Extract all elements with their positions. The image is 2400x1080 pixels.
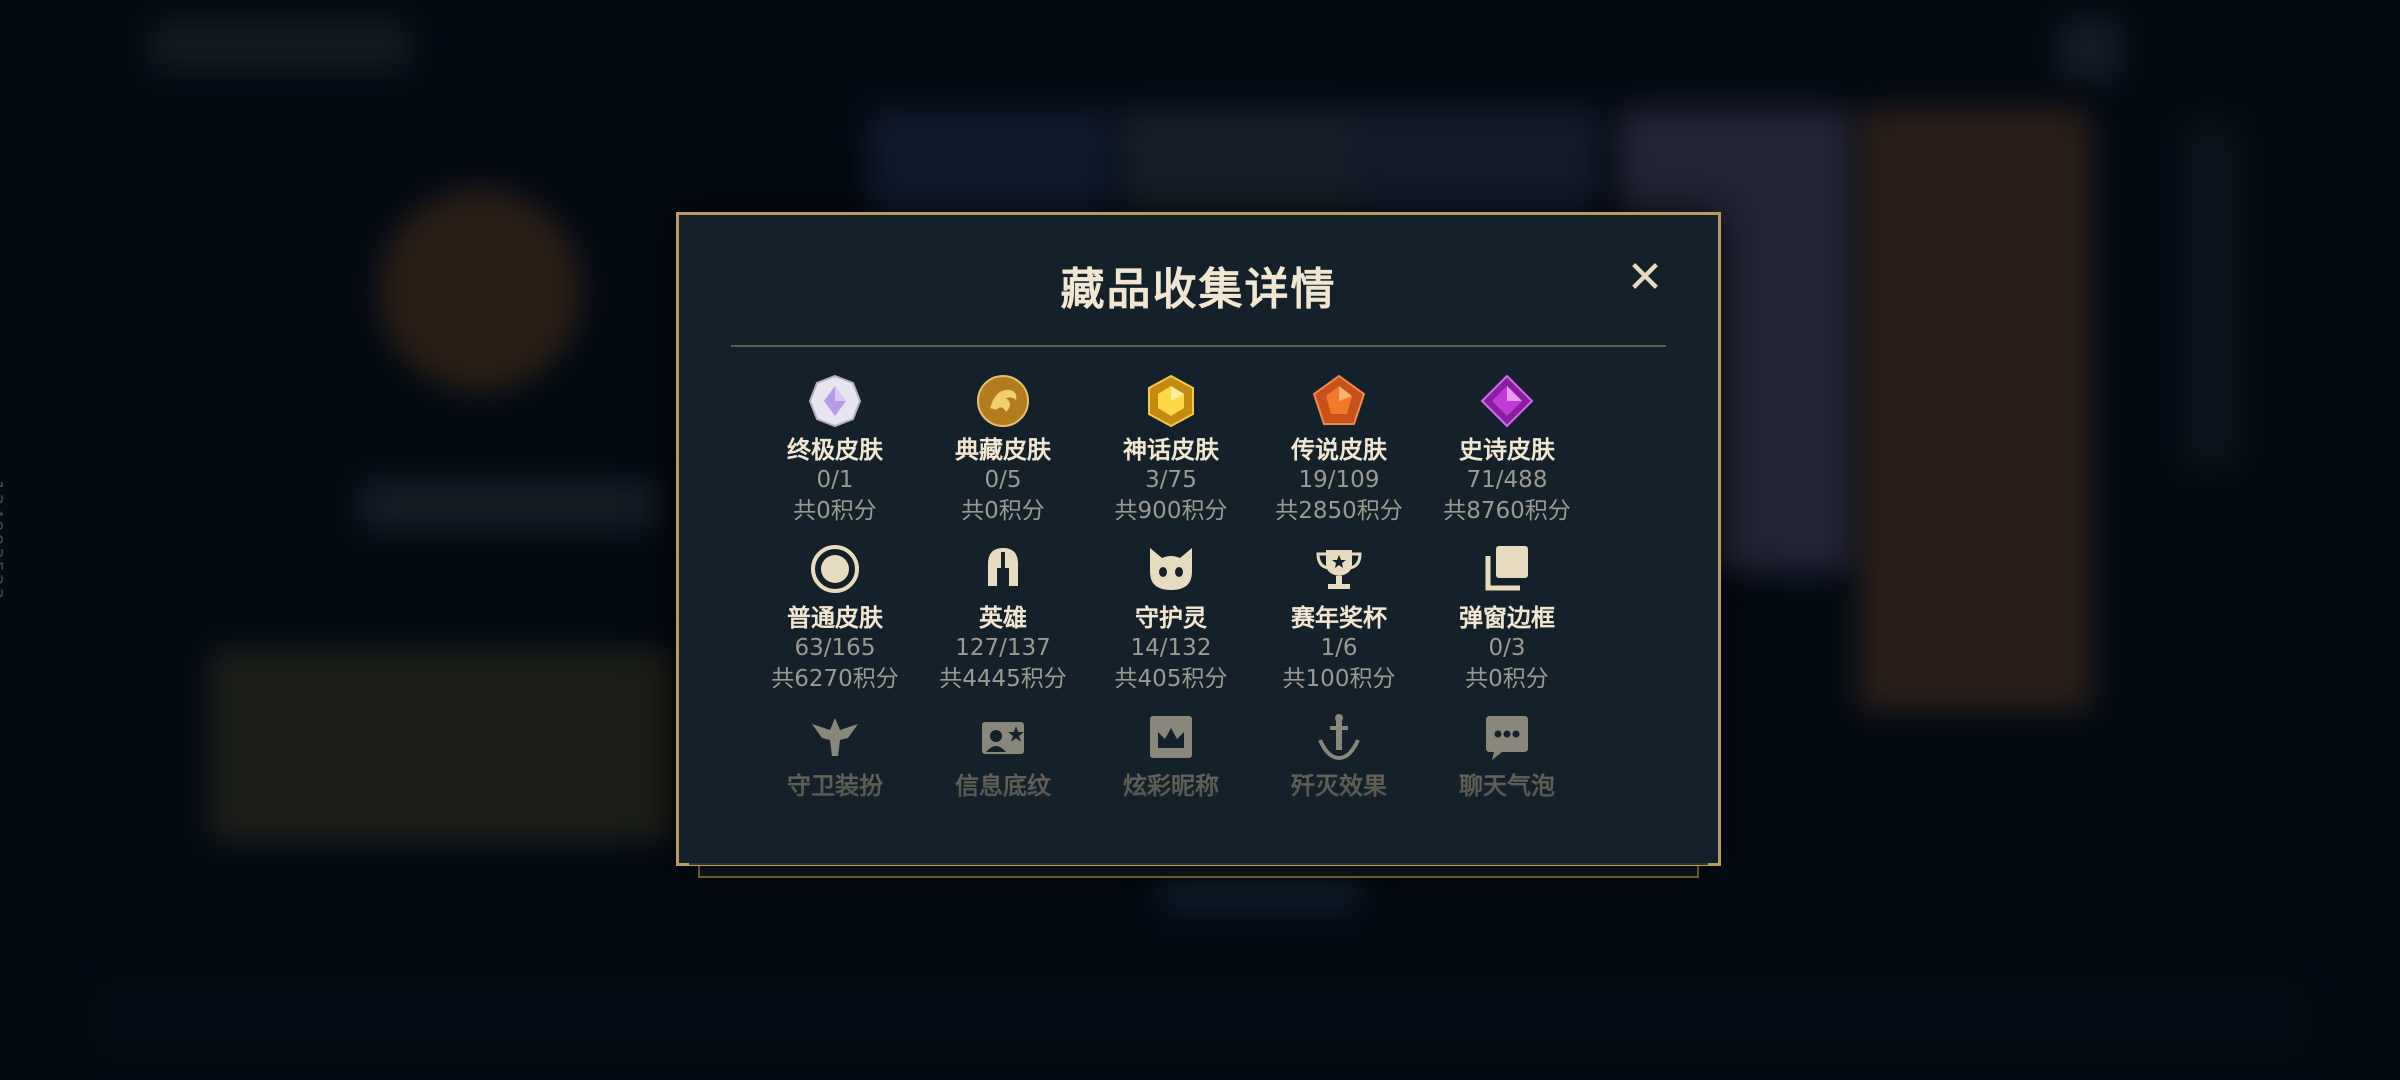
legendary-skin-icon — [1311, 373, 1367, 429]
mythic-skin-icon — [1143, 373, 1199, 429]
collection-item-prestige-skin[interactable]: 典藏皮肤 0/5 共0积分 — [919, 373, 1087, 541]
modal-title: 藏品收集详情 — [1060, 264, 1337, 315]
item-count: 63/165 — [794, 635, 876, 661]
collection-item-epic-skin[interactable]: 史诗皮肤 71/488 共8760积分 — [1423, 373, 1591, 541]
epic-skin-icon — [1479, 373, 1535, 429]
collection-item-standard-skin[interactable]: 普通皮肤 63/165 共6270积分 — [751, 541, 919, 709]
collection-item-ward-skin[interactable]: 守卫装扮 — [751, 709, 919, 877]
item-label: 终极皮肤 — [787, 436, 883, 464]
collection-item-ultimate-skin[interactable]: 终极皮肤 0/1 共0积分 — [751, 373, 919, 541]
title-divider — [731, 345, 1666, 347]
item-points: 共0积分 — [961, 498, 1045, 524]
collection-item-ward-spirit[interactable]: 守护灵 14/132 共405积分 — [1087, 541, 1255, 709]
ultimate-skin-icon — [807, 373, 863, 429]
ward-spirit-icon — [1143, 541, 1199, 597]
prestige-skin-icon — [975, 373, 1031, 429]
item-label: 英雄 — [979, 604, 1027, 632]
item-label: 典藏皮肤 — [955, 436, 1051, 464]
item-label: 普通皮肤 — [787, 604, 883, 632]
item-points: 共405积分 — [1114, 666, 1228, 692]
item-points: 共900积分 — [1114, 498, 1228, 524]
item-label: 守卫装扮 — [787, 772, 883, 800]
item-label: 炫彩昵称 — [1123, 772, 1219, 800]
chat-bubble-icon — [1479, 709, 1535, 765]
collection-item-legendary-skin[interactable]: 传说皮肤 19/109 共2850积分 — [1255, 373, 1423, 541]
item-label: 信息底纹 — [955, 772, 1051, 800]
item-count: 127/137 — [955, 635, 1051, 661]
item-count: 19/109 — [1298, 467, 1380, 493]
collection-item-nickname[interactable]: 炫彩昵称 — [1087, 709, 1255, 877]
item-points: 共2850积分 — [1275, 498, 1403, 524]
item-points: 共100积分 — [1282, 666, 1396, 692]
player-id-text: 134983523 — [0, 480, 6, 602]
item-label: 守护灵 — [1135, 604, 1207, 632]
item-label: 聊天气泡 — [1459, 772, 1555, 800]
collection-item-finisher[interactable]: 歼灭效果 — [1255, 709, 1423, 877]
item-points: 共8760积分 — [1443, 498, 1571, 524]
item-points: 共6270积分 — [771, 666, 899, 692]
item-label: 赛年奖杯 — [1291, 604, 1387, 632]
item-count: 0/5 — [984, 467, 1022, 493]
collection-item-mythic-skin[interactable]: 神话皮肤 3/75 共900积分 — [1087, 373, 1255, 541]
item-count: 0/1 — [816, 467, 854, 493]
item-points: 共4445积分 — [939, 666, 1067, 692]
ward-skin-icon — [807, 709, 863, 765]
item-count: 71/488 — [1466, 467, 1548, 493]
popup-frame-icon — [1479, 541, 1535, 597]
item-label: 史诗皮肤 — [1459, 436, 1555, 464]
collection-item-popup-frame[interactable]: 弹窗边框 0/3 共0积分 — [1423, 541, 1591, 709]
collection-grid: 终极皮肤 0/1 共0积分 典藏皮肤 0/5 共0积分 神话皮肤 3/75 共9… — [751, 373, 1591, 877]
item-count: 1/6 — [1320, 635, 1358, 661]
item-count: 3/75 — [1145, 467, 1197, 493]
collection-item-info-card[interactable]: 信息底纹 — [919, 709, 1087, 877]
champion-helmet-icon — [975, 541, 1031, 597]
finisher-icon — [1311, 709, 1367, 765]
item-points: 共0积分 — [1465, 666, 1549, 692]
screen: 134983523 藏品收集详情 ✕ 终极皮肤 0/1 共0积分 典藏皮肤 0/… — [0, 0, 2400, 1080]
item-label: 神话皮肤 — [1123, 436, 1219, 464]
info-card-icon — [975, 709, 1031, 765]
collection-details-modal: 藏品收集详情 ✕ 终极皮肤 0/1 共0积分 典藏皮肤 0/5 共0积分 神话皮… — [676, 212, 1721, 866]
item-points: 共0积分 — [793, 498, 877, 524]
collection-item-champion[interactable]: 英雄 127/137 共4445积分 — [919, 541, 1087, 709]
collection-item-chat-bubble[interactable]: 聊天气泡 — [1423, 709, 1591, 877]
collection-item-trophy[interactable]: 赛年奖杯 1/6 共100积分 — [1255, 541, 1423, 709]
item-label: 传说皮肤 — [1291, 436, 1387, 464]
standard-skin-icon — [807, 541, 863, 597]
item-label: 歼灭效果 — [1291, 772, 1387, 800]
close-button[interactable]: ✕ — [1620, 253, 1670, 303]
nickname-icon — [1143, 709, 1199, 765]
trophy-icon — [1311, 541, 1367, 597]
item-count: 0/3 — [1488, 635, 1526, 661]
item-label: 弹窗边框 — [1459, 604, 1555, 632]
item-count: 14/132 — [1130, 635, 1212, 661]
